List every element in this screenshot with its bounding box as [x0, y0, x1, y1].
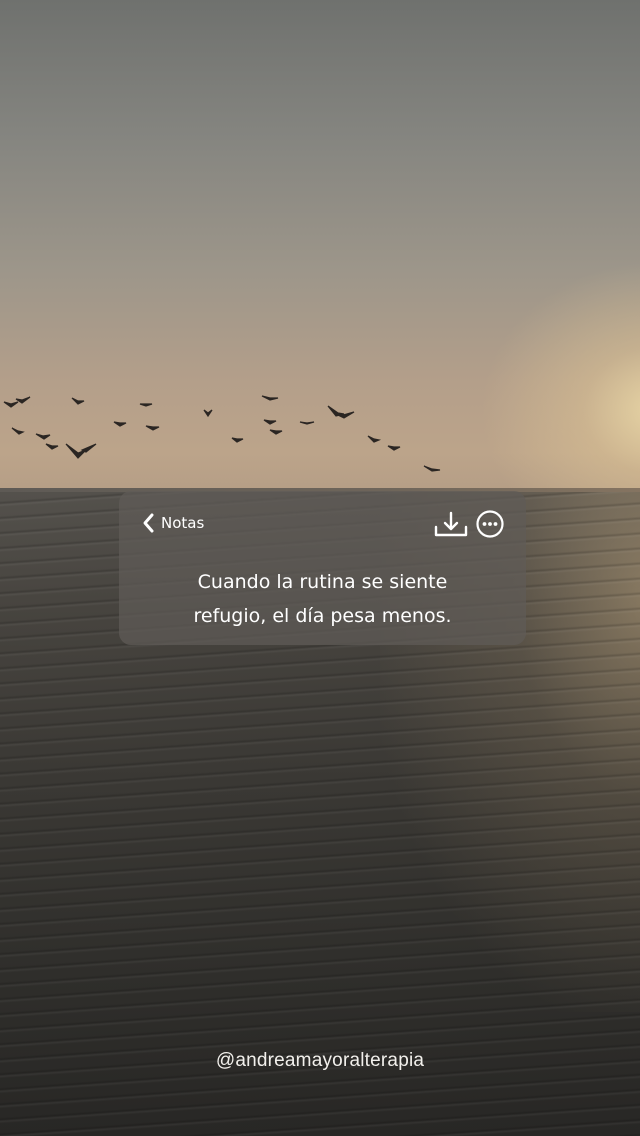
bird [231, 437, 244, 443]
bird [113, 421, 127, 427]
more-options-icon[interactable] [475, 509, 505, 539]
note-body: Cuando la rutina se siente refugio, el d… [119, 565, 526, 633]
bird [423, 465, 441, 472]
download-icon[interactable] [433, 509, 469, 539]
author-handle: @andreamayoralterapia [215, 1050, 425, 1071]
bird [203, 409, 213, 418]
note-line-2: refugio, el día pesa menos. [193, 605, 452, 627]
note-card: Notas Cuando la rutina se siente refugio… [119, 491, 526, 645]
bird [327, 405, 355, 419]
bird [11, 427, 25, 435]
bird [299, 421, 315, 425]
bird [139, 403, 153, 407]
bird [71, 397, 85, 405]
bird [261, 395, 279, 401]
back-button-label: Notas [161, 514, 205, 532]
note-line-1: Cuando la rutina se siente [197, 571, 448, 593]
bird [367, 435, 382, 443]
bird [145, 425, 160, 431]
flock-of-birds [3, 395, 441, 472]
bird [3, 401, 19, 408]
back-button[interactable]: Notas [141, 511, 204, 535]
bird [35, 433, 51, 440]
bird [387, 445, 401, 451]
bird [45, 443, 59, 450]
bird [263, 419, 277, 425]
chevron-left-icon [143, 513, 154, 533]
bird [269, 429, 283, 435]
bird [65, 443, 97, 459]
